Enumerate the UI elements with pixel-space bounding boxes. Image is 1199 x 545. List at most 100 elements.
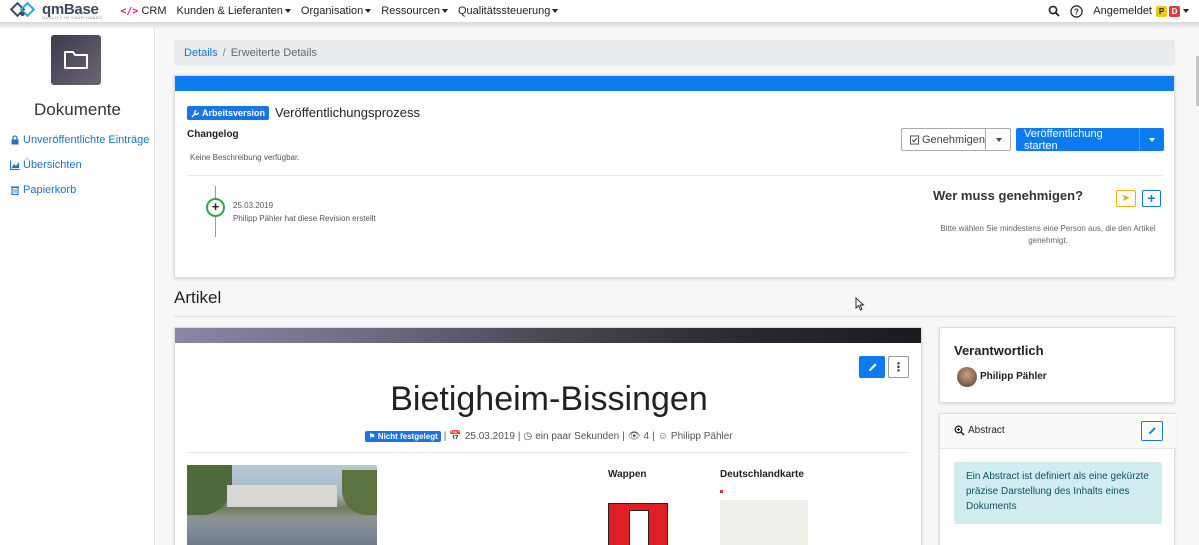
publish-button-group: Veröffentlichung starten	[1016, 127, 1164, 152]
more-options-button[interactable]: ⋮	[888, 356, 909, 378]
eye-icon: 👁	[627, 431, 641, 442]
sidebar-item-label: Unveröffentlichte Einträge	[23, 134, 150, 146]
caret-down-icon	[552, 9, 559, 13]
publish-dropdown-toggle[interactable]	[1140, 137, 1164, 142]
abstract-info-alert: Ein Abstract ist definiert als eine gekü…	[954, 462, 1162, 524]
help-icon[interactable]: ?	[1070, 4, 1083, 18]
user-badge-d: D	[1169, 5, 1180, 17]
nav-item-crm[interactable]: </> CRM	[120, 5, 166, 17]
responsible-person[interactable]: Philipp Pähler	[980, 371, 1047, 382]
caret-down-icon	[996, 137, 1002, 142]
map-marker-icon	[720, 490, 723, 493]
timeline-text: Philipp Pähler hat diese Revision erstel…	[233, 214, 376, 223]
divider	[187, 175, 1163, 176]
article-views: 4	[643, 431, 650, 442]
main-content: Details / Erweiterte Details Arbeitsvers…	[156, 28, 1199, 545]
caret-down-icon	[365, 9, 372, 13]
pencil-icon	[868, 363, 876, 371]
paper-plane-icon: ➤	[1121, 193, 1131, 204]
sidebar-item-overviews[interactable]: Übersichten	[10, 159, 82, 171]
search-icon[interactable]	[1048, 5, 1060, 17]
sidebar-item-trash[interactable]: Papierkorb	[10, 184, 76, 196]
abstract-header: Abstract	[940, 414, 1176, 449]
article-age: ein paar Sekunden	[535, 431, 620, 442]
nav-item-qualitaetssteuerung[interactable]: Qualitätssteuerung	[458, 5, 559, 17]
avatar[interactable]	[957, 367, 977, 387]
approve-dropdown-toggle[interactable]	[986, 137, 1010, 142]
article-meta: ⚑ Nicht festgelegt | 📅 25.03.2019 | ◷ ei…	[175, 431, 921, 442]
photo-trees	[342, 470, 377, 515]
germany-map-image[interactable]	[720, 490, 808, 545]
separator: |	[652, 431, 655, 442]
edit-abstract-button[interactable]	[1141, 421, 1163, 441]
tower-icon	[629, 510, 649, 545]
coat-of-arms-label: Wappen	[608, 469, 647, 480]
abstract-card: Abstract Ein Abstract ist definiert als …	[939, 413, 1176, 545]
germany-map-label: Deutschlandkarte	[720, 469, 804, 480]
breadcrumb: Details / Erweiterte Details	[174, 40, 1175, 66]
edit-article-button[interactable]	[859, 356, 885, 378]
nav-item-ressourcen[interactable]: Ressourcen	[381, 5, 448, 17]
start-publish-label: Veröffentlichung starten	[1024, 127, 1103, 152]
no-description-text: Keine Beschreibung verfügbar.	[190, 153, 300, 162]
clock-icon: ◷	[523, 431, 533, 442]
approvers-title: Wer muss genehmigen?	[933, 188, 1084, 203]
nav-item-organisation[interactable]: Organisation	[301, 5, 372, 17]
caret-down-icon	[442, 9, 448, 13]
folder-icon	[64, 51, 88, 69]
plus-circle-icon: +	[206, 198, 225, 217]
sidebar: Dokumente Unveröffentlichte Einträge Übe…	[0, 28, 155, 545]
divider	[187, 452, 909, 453]
coat-of-arms-image[interactable]	[608, 503, 668, 545]
folder-tile	[51, 35, 101, 85]
user-circle-icon: ☺	[657, 431, 668, 442]
logo-tagline: QUALITY IN YOUR HANDS	[42, 15, 103, 20]
article-author: Philipp Pähler	[670, 431, 733, 442]
photo-trees	[187, 465, 232, 515]
workflow-title: Veröffentlichungsprozess	[275, 105, 421, 120]
sidebar-title: Dokumente	[34, 100, 121, 119]
plus-icon: +	[1147, 190, 1156, 206]
nav-item-label: Ressourcen	[381, 5, 440, 17]
abstract-title: Abstract	[968, 425, 1005, 436]
work-version-label: Arbeitsversion	[202, 108, 266, 118]
flag-icon: ⚑	[368, 432, 376, 441]
photo-building	[227, 485, 337, 507]
work-version-badge: Arbeitsversion	[187, 106, 270, 120]
separator: |	[517, 431, 521, 442]
app-logo[interactable]: qmBase QUALITY IN YOUR HANDS	[10, 2, 102, 20]
breadcrumb-current: Erweiterte Details	[230, 47, 317, 59]
start-publish-button[interactable]: Veröffentlichung starten	[1016, 127, 1140, 152]
separator: |	[622, 431, 625, 442]
code-icon: </>	[120, 5, 139, 17]
article-title: Bietigheim-Bissingen	[390, 380, 708, 418]
top-navbar: qmBase QUALITY IN YOUR HANDS </> CRM Kun…	[0, 0, 1199, 22]
status-badge: ⚑ Nicht festgelegt	[365, 431, 441, 442]
svg-text:?: ?	[1074, 7, 1079, 16]
status-badge-label: Nicht festgelegt	[377, 432, 438, 441]
responsible-title: Verantwortlich	[954, 343, 1044, 358]
chart-icon	[10, 160, 20, 170]
changelog-label: Changelog	[187, 129, 239, 140]
nav-item-kunden[interactable]: Kunden & Lieferanten	[177, 5, 291, 17]
breadcrumb-separator: /	[222, 47, 226, 59]
nav-item-label: CRM	[141, 5, 167, 17]
sidebar-item-label: Papierkorb	[23, 184, 77, 196]
article-photo[interactable]	[187, 465, 377, 545]
breadcrumb-link-details[interactable]: Details	[184, 47, 218, 59]
vertical-dots-icon: ⋮	[892, 360, 905, 374]
caret-down-icon[interactable]	[1183, 9, 1189, 13]
user-label[interactable]: Angemeldet	[1093, 5, 1152, 17]
card-accent-bar	[175, 76, 1174, 91]
approvers-description: Bitte wählen Sie mindestens eine Person …	[940, 224, 1156, 245]
approve-button[interactable]: Genehmigen	[902, 129, 986, 150]
send-approval-button[interactable]: ➤	[1116, 190, 1136, 207]
approve-button-group: Genehmigen	[901, 128, 1011, 151]
abstract-title-wrap: Abstract	[954, 425, 1005, 436]
nav-item-label: Qualitätssteuerung	[458, 5, 551, 17]
sidebar-item-unpublished[interactable]: Unveröffentlichte Einträge	[10, 134, 149, 146]
publish-workflow-card: Arbeitsversion Veröffentlichungsprozess …	[174, 75, 1175, 278]
article-card: ⋮ Bietigheim-Bissingen ⚑ Nicht festgeleg…	[174, 327, 922, 545]
add-approver-button[interactable]: +	[1142, 190, 1161, 207]
section-heading-article: Artikel	[174, 288, 222, 307]
